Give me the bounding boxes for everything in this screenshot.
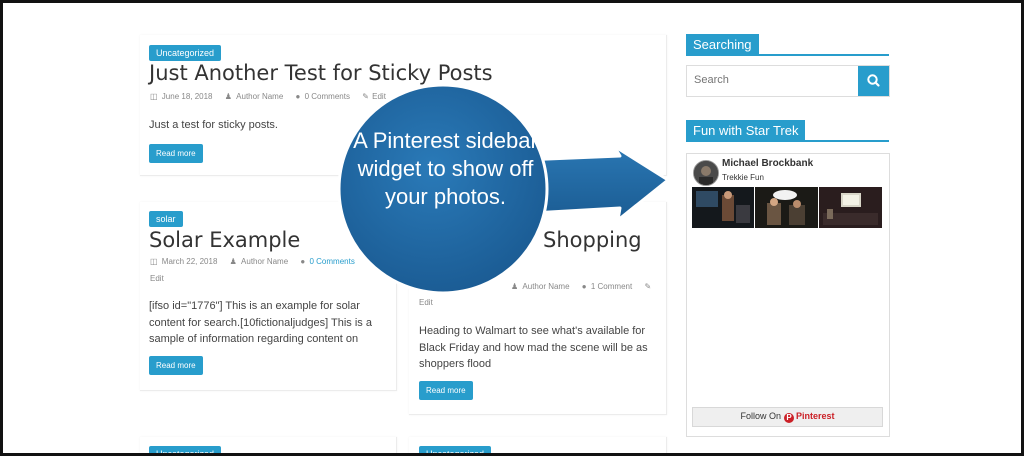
post-excerpt: Heading to Walmart to see what's availab… (419, 325, 648, 370)
post-comments[interactable]: 0 Comments (305, 92, 350, 101)
post-edit-link[interactable]: Edit (419, 298, 433, 307)
user-icon: ♟ (224, 92, 232, 101)
post-meta: ◫ March 22, 2018 ♟ Author Name ● 0 Comme… (150, 257, 365, 266)
board-name[interactable]: Trekkie Fun (722, 173, 764, 182)
post-date[interactable]: June 18, 2018 (162, 92, 213, 101)
calendar-icon: ◫ (150, 92, 158, 101)
post-author[interactable]: Author Name (241, 257, 288, 266)
pin-thumbnail[interactable] (692, 187, 754, 228)
profile-photo (694, 161, 718, 185)
search-form (686, 65, 890, 97)
read-more-button[interactable]: Read more (149, 144, 203, 163)
category-badge[interactable]: Uncategorized (419, 446, 492, 453)
widget-title: Fun with Star Trek (686, 120, 806, 142)
user-icon: ♟ (229, 257, 237, 266)
post-edit-link[interactable]: Edit (150, 274, 164, 283)
post-title[interactable]: Solar Example (149, 228, 300, 252)
search-input[interactable] (687, 66, 851, 94)
pin-image (692, 187, 754, 228)
post-comments[interactable]: 1 Comment (591, 282, 632, 291)
user-icon: ♟ (511, 282, 519, 291)
annotation-text: A Pinterest sidebar widget to show off y… (353, 128, 538, 209)
edit-icon: ✎ (362, 92, 369, 101)
search-icon (867, 74, 880, 87)
pin-thumbnail[interactable] (755, 187, 818, 228)
pinterest-label: Pinterest (796, 411, 835, 421)
read-more-button[interactable]: Read more (419, 381, 473, 400)
pin-image (819, 187, 882, 228)
follow-label: Follow On (740, 411, 781, 421)
pin-image (755, 187, 818, 228)
avatar[interactable] (693, 160, 719, 186)
comment-icon: ● (300, 257, 306, 266)
screenshot-frame: Uncategorized Just Another Test for Stic… (0, 0, 1024, 456)
post-title[interactable]: Just Another Test for Sticky Posts (149, 61, 493, 85)
widget-divider (686, 54, 889, 56)
post-meta: ♟ Author Name ● 1 Comment ✎ (511, 282, 661, 291)
post-meta-edit: Edit (150, 274, 174, 283)
post-author[interactable]: Author Name (236, 92, 283, 101)
comment-icon: ● (581, 282, 587, 291)
post-date[interactable]: March 22, 2018 (162, 257, 218, 266)
comment-icon: ● (295, 92, 301, 101)
search-button[interactable] (858, 66, 889, 96)
post-meta: ◫ June 18, 2018 ♟ Author Name ● 0 Commen… (150, 92, 396, 101)
read-more-button[interactable]: Read more (149, 356, 203, 375)
widget-title: Searching (686, 34, 759, 56)
widget-divider (686, 140, 889, 142)
pinterest-logo-icon: P (784, 413, 794, 423)
calendar-icon: ◫ (150, 257, 158, 266)
post-meta-edit: Edit (419, 298, 443, 307)
edit-icon: ✎ (644, 282, 652, 291)
category-badge[interactable]: Uncategorized (149, 45, 222, 61)
pin-thumbnail[interactable] (819, 187, 882, 228)
post-author[interactable]: Author Name (522, 282, 569, 291)
profile-name[interactable]: Michael Brockbank (722, 158, 813, 169)
post-edit-link[interactable]: Edit (372, 92, 386, 101)
post-excerpt: [ifso id="1776"] This is an example for … (149, 300, 372, 345)
post-excerpt: Just a test for sticky posts. (149, 119, 278, 131)
follow-on-pinterest-button[interactable]: Follow On P Pinterest (692, 407, 883, 427)
post-comments[interactable]: 0 Comments (309, 257, 354, 266)
post-title[interactable]: Shopping (543, 228, 642, 252)
category-badge[interactable]: solar (149, 211, 183, 227)
category-badge[interactable]: Uncategorized (149, 446, 222, 453)
